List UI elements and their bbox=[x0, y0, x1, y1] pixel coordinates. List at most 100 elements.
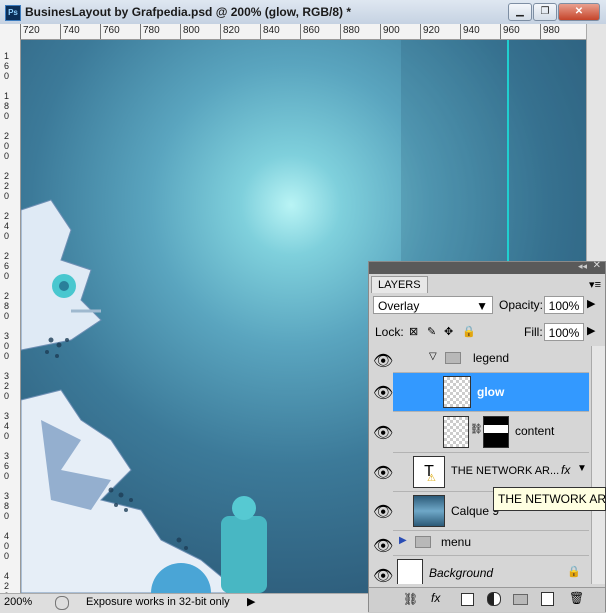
layer-name: menu bbox=[441, 535, 472, 549]
layer-row-background[interactable]: Background 🔒 bbox=[393, 556, 589, 584]
minimize-button[interactable]: ▁ bbox=[508, 3, 532, 21]
layer-name: legend bbox=[473, 351, 510, 365]
lock-label: Lock: bbox=[375, 325, 404, 339]
ruler-tick: 880 bbox=[343, 25, 360, 36]
ruler-tick: 780 bbox=[143, 25, 160, 36]
layer-tooltip: THE NETWORK ARE bbox=[493, 487, 606, 511]
chevron-down-icon[interactable]: ▼ bbox=[577, 463, 587, 474]
ruler-tick: 860 bbox=[303, 25, 320, 36]
lock-icon: 🔒 bbox=[567, 566, 581, 578]
status-info-icon[interactable] bbox=[55, 596, 69, 610]
ruler-tick: 3 8 0 bbox=[4, 491, 10, 521]
ruler-tick: 1 8 0 bbox=[4, 91, 10, 121]
ruler-tick: 2 0 0 bbox=[4, 131, 10, 161]
close-button[interactable]: ✕ bbox=[558, 3, 600, 21]
lock-pixels-icon[interactable]: ✎ bbox=[427, 325, 436, 338]
visibility-eye-icon[interactable]: 👁 bbox=[373, 463, 393, 482]
tab-layers[interactable]: LAYERS bbox=[371, 276, 428, 293]
visibility-eye-icon[interactable]: 👁 bbox=[373, 383, 393, 402]
lock-all-icon[interactable]: 🔒 bbox=[462, 325, 476, 338]
layer-row-menu[interactable]: ▶ menu bbox=[393, 531, 589, 556]
visibility-eye-icon[interactable]: 👁 bbox=[373, 351, 393, 370]
ruler-tick: 760 bbox=[103, 25, 120, 36]
minimize-icon: ▁ bbox=[516, 6, 524, 17]
ruler-tick: 1 6 0 bbox=[4, 51, 10, 81]
layers-scrollbar[interactable] bbox=[591, 346, 605, 584]
opacity-input[interactable]: 100% bbox=[544, 296, 584, 314]
vertical-ruler[interactable]: 1 6 0 1 8 0 2 0 0 2 2 0 2 4 0 2 6 0 2 8 0 3 0 0… bbox=[0, 39, 21, 593]
ruler-tick: 820 bbox=[223, 25, 240, 36]
close-icon: ✕ bbox=[574, 6, 584, 17]
panel-close-icon[interactable]: ✕ bbox=[593, 260, 601, 271]
fx-icon[interactable]: fx bbox=[431, 591, 440, 605]
chevron-down-icon[interactable]: ▽ bbox=[429, 351, 437, 362]
layer-name: content bbox=[515, 424, 555, 438]
layer-thumbnail bbox=[397, 559, 423, 584]
layer-row-legend[interactable]: ▽ legend bbox=[393, 346, 589, 373]
horizontal-ruler[interactable]: 720 740 760 780 800 820 840 860 880 900 … bbox=[20, 24, 586, 40]
ruler-tick: 920 bbox=[423, 25, 440, 36]
folder-icon[interactable] bbox=[513, 594, 528, 605]
photoshop-icon: Ps bbox=[5, 5, 21, 21]
chevron-right-icon[interactable]: ▶ bbox=[399, 535, 407, 546]
ruler-tick: 740 bbox=[63, 25, 80, 36]
restore-icon: ❐ bbox=[540, 6, 550, 17]
layer-name: glow bbox=[477, 385, 505, 399]
status-message: Exposure works in 32-bit only bbox=[86, 596, 230, 608]
layer-thumbnail bbox=[443, 416, 469, 448]
opacity-arrow-icon[interactable]: ▶ bbox=[587, 297, 595, 310]
ruler-tick: 3 6 0 bbox=[4, 451, 10, 481]
ruler-tick: 2 4 0 bbox=[4, 211, 10, 241]
blend-mode-select[interactable]: Overlay ▼ bbox=[373, 296, 493, 314]
ruler-tick: 840 bbox=[263, 25, 280, 36]
restore-button[interactable]: ❐ bbox=[533, 3, 557, 21]
panel-menu-icon[interactable]: ▾≡ bbox=[589, 278, 601, 291]
layer-name: Background bbox=[429, 566, 494, 580]
ruler-tick: 4 0 0 bbox=[4, 531, 10, 561]
ruler-tick: 980 bbox=[543, 25, 560, 36]
layer-name: Calque 9 bbox=[451, 504, 500, 518]
status-arrow-icon[interactable]: ▶ bbox=[247, 595, 255, 608]
visibility-eye-icon[interactable]: 👁 bbox=[373, 502, 393, 521]
fill-arrow-icon[interactable]: ▶ bbox=[587, 324, 595, 337]
warning-icon: ⚠ bbox=[427, 473, 436, 484]
adjustment-icon[interactable] bbox=[487, 592, 501, 606]
link-icon[interactable]: ⛓ bbox=[470, 424, 483, 435]
visibility-eye-icon[interactable]: 👁 bbox=[373, 566, 393, 584]
fill-input[interactable]: 100% bbox=[544, 323, 584, 341]
layers-panel: ◂◂ ✕ LAYERS ▾≡ Overlay ▼ Opacity: 100% ▶… bbox=[368, 260, 606, 612]
lock-transparency-icon[interactable]: ⊠ bbox=[409, 325, 418, 338]
fx-icon[interactable]: fx bbox=[561, 463, 570, 477]
blend-mode-value: Overlay bbox=[378, 299, 420, 313]
ruler-tick: 2 8 0 bbox=[4, 291, 10, 321]
zoom-level[interactable]: 200% bbox=[4, 596, 32, 608]
collapse-icon[interactable]: ◂◂ bbox=[578, 261, 587, 272]
ruler-tick: 3 4 0 bbox=[4, 411, 10, 441]
new-layer-icon[interactable] bbox=[541, 592, 554, 606]
ruler-tick: 800 bbox=[183, 25, 200, 36]
layer-row-content[interactable]: ⛓ content bbox=[393, 412, 589, 453]
layer-thumbnail bbox=[413, 495, 445, 527]
ruler-tick: 940 bbox=[463, 25, 480, 36]
folder-icon bbox=[415, 536, 431, 548]
layer-thumbnail bbox=[443, 376, 471, 408]
mask-icon[interactable] bbox=[461, 593, 474, 606]
ruler-tick: 900 bbox=[383, 25, 400, 36]
layer-name: THE NETWORK AR... bbox=[451, 465, 560, 477]
ruler-tick: 960 bbox=[503, 25, 520, 36]
folder-icon bbox=[445, 352, 461, 364]
panel-top-bar: ◂◂ ✕ bbox=[369, 260, 605, 274]
visibility-eye-icon[interactable]: 👁 bbox=[373, 423, 393, 442]
window-title: BusinesLayout by Grafpedia.psd @ 200% (g… bbox=[25, 5, 351, 19]
ruler-tick: 720 bbox=[23, 25, 40, 36]
opacity-label: Opacity: bbox=[499, 298, 544, 312]
ruler-tick: 2 6 0 bbox=[4, 251, 10, 281]
visibility-eye-icon[interactable]: 👁 bbox=[373, 536, 393, 555]
trash-icon[interactable]: 🗑 bbox=[569, 591, 584, 605]
link-icon[interactable]: ⛓ bbox=[403, 592, 418, 606]
ruler-corner[interactable] bbox=[0, 24, 21, 40]
layer-row-glow[interactable]: glow bbox=[393, 373, 589, 412]
lock-position-icon[interactable]: ✥ bbox=[444, 325, 453, 338]
layers-list: ▽ legend 👁 glow 👁 ⛓ content 👁 T ⚠ THE NE… bbox=[369, 346, 605, 584]
layer-mask-thumbnail[interactable] bbox=[483, 416, 509, 448]
